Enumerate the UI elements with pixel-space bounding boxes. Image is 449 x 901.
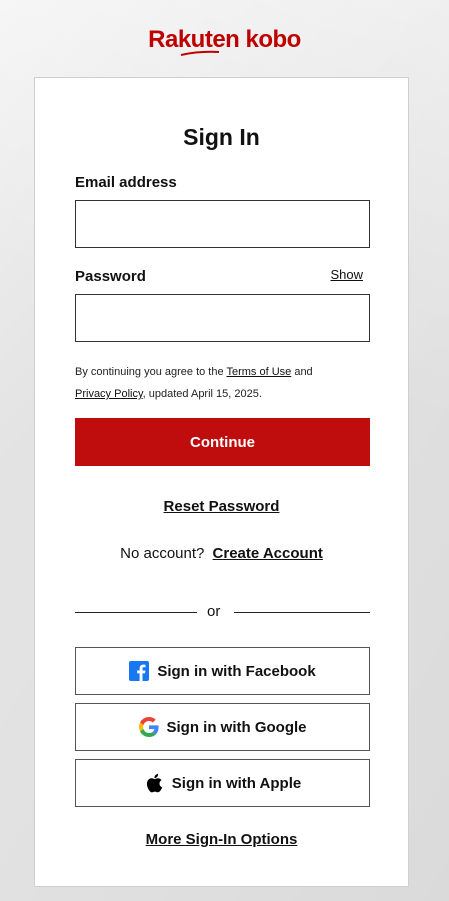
- or-text: or: [207, 603, 221, 620]
- rakuten-kobo-logo: Rakuten kobo: [0, 26, 449, 56]
- create-account-link[interactable]: Create Account: [213, 545, 323, 562]
- facebook-signin-button[interactable]: Sign in with Facebook: [75, 647, 370, 695]
- more-options-row: More Sign-In Options: [35, 831, 408, 848]
- password-label: Password: [75, 268, 146, 285]
- terms-suffix: , updated April 15, 2025.: [142, 388, 262, 400]
- divider-line-right: [234, 612, 370, 613]
- password-field[interactable]: [75, 294, 370, 342]
- email-label: Email address: [75, 174, 177, 191]
- apple-icon: [144, 773, 164, 793]
- google-icon: [138, 717, 159, 737]
- reset-password-link[interactable]: Reset Password: [164, 498, 280, 515]
- terms-notice: By continuing you agree to the Terms of …: [75, 361, 375, 405]
- privacy-policy-link[interactable]: Privacy Policy: [75, 388, 143, 400]
- signin-card: Sign In Email address Password Show By c…: [34, 77, 409, 887]
- apple-signin-label: Sign in with Apple: [171, 774, 302, 792]
- terms-and: and: [291, 366, 313, 378]
- divider-line-left: [75, 612, 197, 613]
- apple-signin-button[interactable]: Sign in with Apple: [75, 759, 370, 807]
- continue-button[interactable]: Continue: [75, 418, 370, 466]
- no-account-row: No account? Create Account: [35, 545, 408, 562]
- facebook-icon: [129, 661, 150, 681]
- show-password-link[interactable]: Show: [330, 267, 363, 282]
- email-field[interactable]: [75, 200, 370, 248]
- page-title: Sign In: [183, 124, 260, 150]
- google-signin-button[interactable]: Sign in with Google: [75, 703, 370, 751]
- terms-prefix: By continuing you agree to the: [75, 366, 227, 378]
- no-account-text: No account?: [120, 545, 205, 562]
- terms-of-use-link[interactable]: Terms of Use: [226, 366, 291, 378]
- more-signin-options-link[interactable]: More Sign-In Options: [146, 831, 298, 848]
- logo-text: Rakuten kobo: [148, 26, 301, 53]
- google-signin-label: Sign in with Google: [166, 718, 307, 736]
- facebook-signin-label: Sign in with Facebook: [157, 662, 316, 680]
- or-divider: or: [75, 602, 370, 622]
- reset-password-row: Reset Password: [35, 498, 408, 515]
